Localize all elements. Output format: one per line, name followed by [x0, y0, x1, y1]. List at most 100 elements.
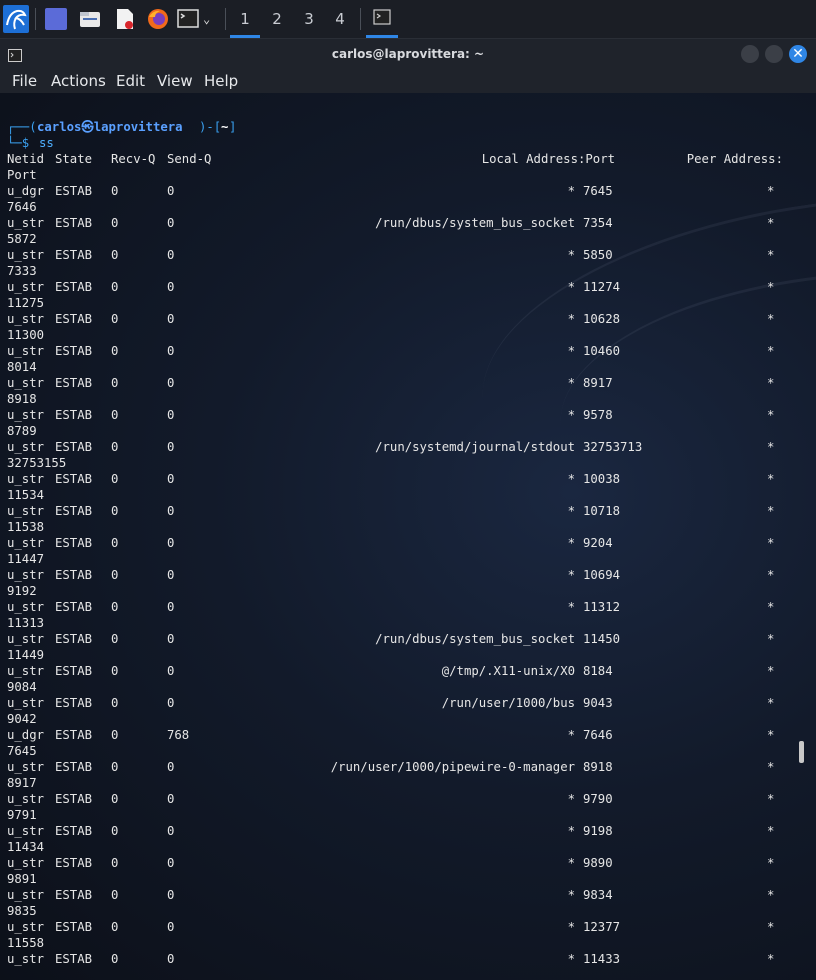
panel-separator	[35, 8, 36, 30]
table-row: u_str ESTAB 0 0 * 11312 *	[7, 599, 807, 615]
table-row: u_str ESTAB 0 0 * 10718 *	[7, 503, 807, 519]
file-manager-icon[interactable]	[79, 8, 101, 30]
cell-sendq: 0	[167, 536, 175, 550]
table-row-wrap: 7333	[7, 263, 807, 279]
prompt-decor: ┌──(	[7, 120, 37, 134]
maximize-button[interactable]	[765, 45, 783, 63]
cell-recvq: 0	[111, 312, 119, 326]
cell-recvq: 0	[111, 376, 119, 390]
cell-peer-address: *	[767, 920, 775, 934]
cell-local-port: 11312	[583, 600, 621, 614]
cell-state: ESTAB	[55, 696, 93, 710]
show-desktop-icon[interactable]	[45, 8, 67, 30]
cell-sendq: 0	[167, 600, 175, 614]
cell-state: ESTAB	[55, 568, 93, 582]
cell-peer-port: 8014	[7, 360, 37, 374]
cell-peer-address: *	[767, 728, 775, 742]
cell-recvq: 0	[111, 472, 119, 486]
cell-netid: u_str	[7, 344, 45, 358]
cell-local-address: *	[567, 952, 575, 966]
cell-local-port: 10038	[583, 472, 621, 486]
cell-local-address: *	[567, 536, 575, 550]
cell-recvq: 0	[111, 792, 119, 806]
cell-recvq: 0	[111, 216, 119, 230]
top-panel: ⌄ 1 2 3 4	[0, 0, 816, 39]
cell-peer-address: *	[767, 824, 775, 838]
cell-recvq: 0	[111, 184, 119, 198]
text-editor-icon[interactable]	[114, 8, 136, 30]
cell-sendq: 0	[167, 216, 175, 230]
cell-peer-port: 32753155	[7, 456, 67, 470]
menu-edit[interactable]: Edit	[116, 69, 145, 93]
cell-peer-port: 9084	[7, 680, 37, 694]
prompt-cwd: ~	[221, 120, 229, 134]
cell-peer-port: 9042	[7, 712, 37, 726]
close-button[interactable]: ✕	[789, 45, 807, 63]
cell-peer-address: *	[767, 312, 775, 326]
cell-local-address: *	[567, 920, 575, 934]
cell-peer-port: 9891	[7, 872, 37, 886]
table-row-wrap: 9791	[7, 807, 807, 823]
terminal-output[interactable]: ┌──( carlos㉿laprovittera )-[ ~ ] └─$ ss …	[0, 93, 816, 980]
table-row: u_str ESTAB 0 0 * 9204 *	[7, 535, 807, 551]
workspace-1[interactable]: 1	[230, 0, 260, 38]
workspace-3[interactable]: 3	[294, 0, 324, 38]
cell-peer-port: 11300	[7, 328, 45, 342]
cell-recvq: 0	[111, 760, 119, 774]
cell-netid: u_str	[7, 216, 45, 230]
chevron-down-icon[interactable]: ⌄	[203, 8, 225, 30]
cell-local-address: *	[567, 888, 575, 902]
cell-local-address: /run/dbus/system_bus_socket	[375, 632, 575, 646]
firefox-icon[interactable]	[147, 8, 169, 30]
cell-peer-port: 11434	[7, 840, 45, 854]
scrollbar-thumb[interactable]	[799, 741, 804, 763]
kali-menu-icon[interactable]	[3, 5, 29, 33]
menu-file[interactable]: File	[12, 69, 37, 93]
menu-view[interactable]: View	[157, 69, 193, 93]
cell-sendq: 0	[167, 568, 175, 582]
table-row-wrap: 8918	[7, 391, 807, 407]
cell-netid: u_str	[7, 568, 45, 582]
title-bar[interactable]: carlos@laprovittera: ~ ✕	[0, 39, 816, 69]
panel-separator	[225, 8, 226, 30]
cell-peer-port: 7645	[7, 744, 37, 758]
prompt-line: ┌──( carlos㉿laprovittera )-[ ~ ]	[7, 119, 807, 135]
table-row-wrap: 9084	[7, 679, 807, 695]
cell-sendq: 0	[167, 888, 175, 902]
terminal-launcher-icon[interactable]	[177, 8, 199, 30]
header-recvq: Recv-Q	[111, 152, 156, 166]
workspace-4[interactable]: 4	[325, 0, 355, 38]
cell-state: ESTAB	[55, 632, 93, 646]
cell-state: ESTAB	[55, 472, 93, 486]
cell-state: ESTAB	[55, 792, 93, 806]
cell-state: ESTAB	[55, 216, 93, 230]
menu-help[interactable]: Help	[204, 69, 238, 93]
cell-netid: u_str	[7, 600, 45, 614]
cell-peer-address: *	[767, 760, 775, 774]
table-row: u_str ESTAB 0 0/run/systemd/journal/stdout 3…	[7, 439, 807, 455]
menu-actions[interactable]: Actions	[51, 69, 106, 93]
cell-recvq: 0	[111, 600, 119, 614]
panel-separator	[360, 8, 361, 30]
taskbar-terminal-button[interactable]	[366, 0, 398, 38]
cell-local-port: 7354	[583, 216, 613, 230]
table-row: u_str ESTAB 0 0 * 8917 *	[7, 375, 807, 391]
cell-sendq: 0	[167, 920, 175, 934]
cell-local-address: *	[567, 600, 575, 614]
prompt-decor: )-[	[199, 120, 222, 134]
cell-state: ESTAB	[55, 600, 93, 614]
cell-state: ESTAB	[55, 664, 93, 678]
cell-sendq: 0	[167, 696, 175, 710]
cell-state: ESTAB	[55, 728, 93, 742]
cell-local-port: 7645	[583, 184, 613, 198]
cell-local-port: 12377	[583, 920, 621, 934]
cell-local-port: 10694	[583, 568, 621, 582]
workspace-2[interactable]: 2	[262, 0, 292, 38]
menu-bar: File Actions Edit View Help	[0, 69, 816, 93]
table-row-wrap: 8789	[7, 423, 807, 439]
header-port: Port	[7, 168, 37, 182]
cell-state: ESTAB	[55, 376, 93, 390]
minimize-button[interactable]	[741, 45, 759, 63]
table-row-wrap: 7645	[7, 743, 807, 759]
cell-local-address: *	[567, 248, 575, 262]
